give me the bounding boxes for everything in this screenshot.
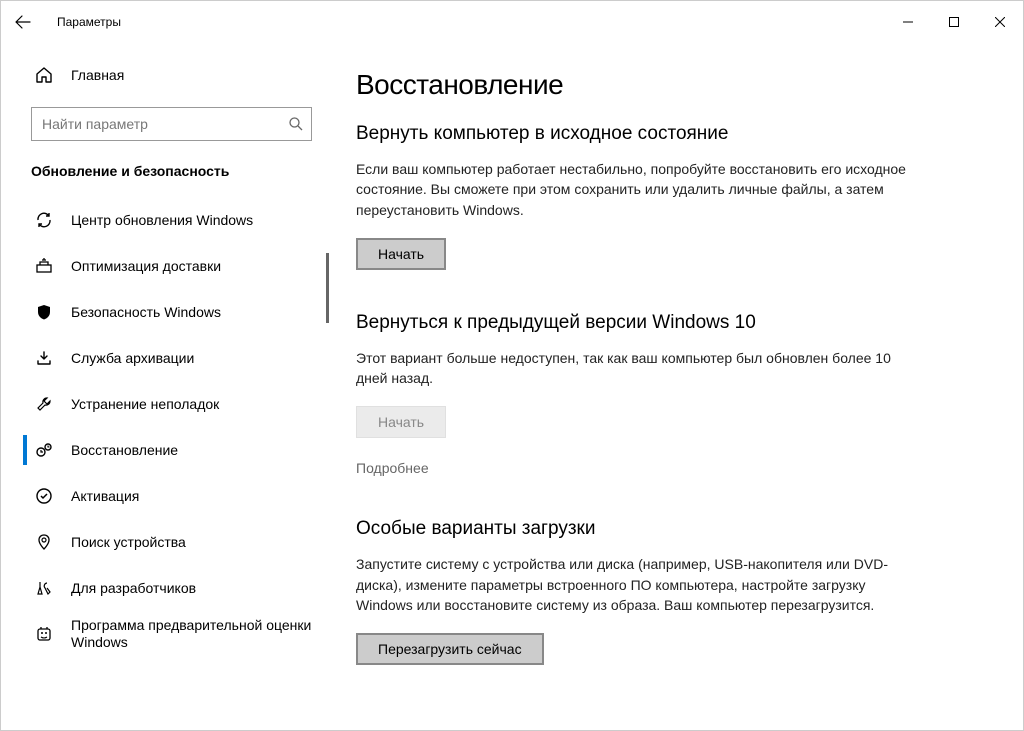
page-title: Восстановление bbox=[356, 69, 983, 101]
reset-start-button[interactable]: Начать bbox=[356, 238, 446, 270]
sidebar-item-insider-program[interactable]: Программа предварительной оценки Windows bbox=[1, 611, 326, 657]
maximize-button[interactable] bbox=[931, 6, 977, 38]
section-reset-desc: Если ваш компьютер работает нестабильно,… bbox=[356, 159, 906, 220]
sidebar-item-delivery-optimization[interactable]: Оптимизация доставки bbox=[1, 243, 326, 289]
shield-icon bbox=[35, 303, 53, 321]
minimize-button[interactable] bbox=[885, 6, 931, 38]
body: Главная Обновление и безопасность Центр … bbox=[1, 43, 1023, 730]
sidebar: Главная Обновление и безопасность Центр … bbox=[1, 43, 326, 730]
sidebar-item-for-developers[interactable]: Для разработчиков bbox=[1, 565, 326, 611]
sidebar-item-label: Для разработчиков bbox=[71, 580, 196, 597]
tools-icon bbox=[35, 579, 53, 597]
sidebar-item-recovery[interactable]: Восстановление bbox=[1, 427, 326, 473]
back-button[interactable] bbox=[7, 6, 39, 38]
restart-now-button[interactable]: Перезагрузить сейчас bbox=[356, 633, 544, 665]
check-circle-icon bbox=[35, 487, 53, 505]
sidebar-nav: Центр обновления Windows Оптимизация дос… bbox=[1, 197, 326, 730]
sidebar-item-label: Служба архивации bbox=[71, 350, 194, 367]
sidebar-item-label: Оптимизация доставки bbox=[71, 258, 221, 275]
section-advanced-desc: Запустите систему с устройства или диска… bbox=[356, 554, 906, 615]
sidebar-category: Обновление и безопасность bbox=[1, 153, 326, 197]
rollback-more-link[interactable]: Подробнее bbox=[356, 460, 429, 476]
sidebar-item-windows-security[interactable]: Безопасность Windows bbox=[1, 289, 326, 335]
section-advanced-startup: Особые варианты загрузки Запустите систе… bbox=[356, 518, 906, 665]
recovery-icon bbox=[35, 441, 53, 459]
sidebar-item-activation[interactable]: Активация bbox=[1, 473, 326, 519]
section-rollback-heading: Вернуться к предыдущей версии Windows 10 bbox=[356, 312, 906, 334]
window-title: Параметры bbox=[57, 15, 121, 29]
section-reset-heading: Вернуть компьютер в исходное состояние bbox=[356, 123, 906, 145]
search-input[interactable] bbox=[31, 107, 312, 141]
location-icon bbox=[35, 533, 53, 551]
section-advanced-heading: Особые варианты загрузки bbox=[356, 518, 906, 540]
insider-icon bbox=[35, 625, 53, 643]
section-reset: Вернуть компьютер в исходное состояние Е… bbox=[356, 123, 906, 270]
home-icon bbox=[35, 66, 53, 84]
sidebar-item-label: Программа предварительной оценки Windows bbox=[71, 617, 326, 651]
wrench-icon bbox=[35, 395, 53, 413]
backup-icon bbox=[35, 349, 53, 367]
sidebar-item-label: Поиск устройства bbox=[71, 534, 186, 551]
sidebar-item-find-device[interactable]: Поиск устройства bbox=[1, 519, 326, 565]
sidebar-item-label: Устранение неполадок bbox=[71, 396, 219, 413]
search-wrap bbox=[31, 107, 312, 141]
sidebar-item-label: Центр обновления Windows bbox=[71, 212, 253, 229]
sidebar-item-windows-update[interactable]: Центр обновления Windows bbox=[1, 197, 326, 243]
sidebar-item-label: Активация bbox=[71, 488, 139, 505]
sync-icon bbox=[35, 211, 53, 229]
main-content: Восстановление Вернуть компьютер в исход… bbox=[326, 43, 1023, 730]
section-rollback-desc: Этот вариант больше недоступен, так как … bbox=[356, 348, 906, 389]
home-link[interactable]: Главная bbox=[1, 55, 326, 95]
home-label: Главная bbox=[71, 67, 124, 83]
sidebar-item-label: Безопасность Windows bbox=[71, 304, 221, 321]
window-buttons bbox=[885, 6, 1023, 38]
rollback-start-button: Начать bbox=[356, 406, 446, 438]
scroll-indicator[interactable] bbox=[326, 253, 329, 323]
section-rollback: Вернуться к предыдущей версии Windows 10… bbox=[356, 312, 906, 477]
titlebar: Параметры bbox=[1, 1, 1023, 43]
sidebar-item-backup[interactable]: Служба архивации bbox=[1, 335, 326, 381]
sidebar-item-label: Восстановление bbox=[71, 442, 178, 459]
close-button[interactable] bbox=[977, 6, 1023, 38]
sidebar-item-troubleshoot[interactable]: Устранение неполадок bbox=[1, 381, 326, 427]
settings-window: Параметры Главная bbox=[0, 0, 1024, 731]
delivery-icon bbox=[35, 257, 53, 275]
